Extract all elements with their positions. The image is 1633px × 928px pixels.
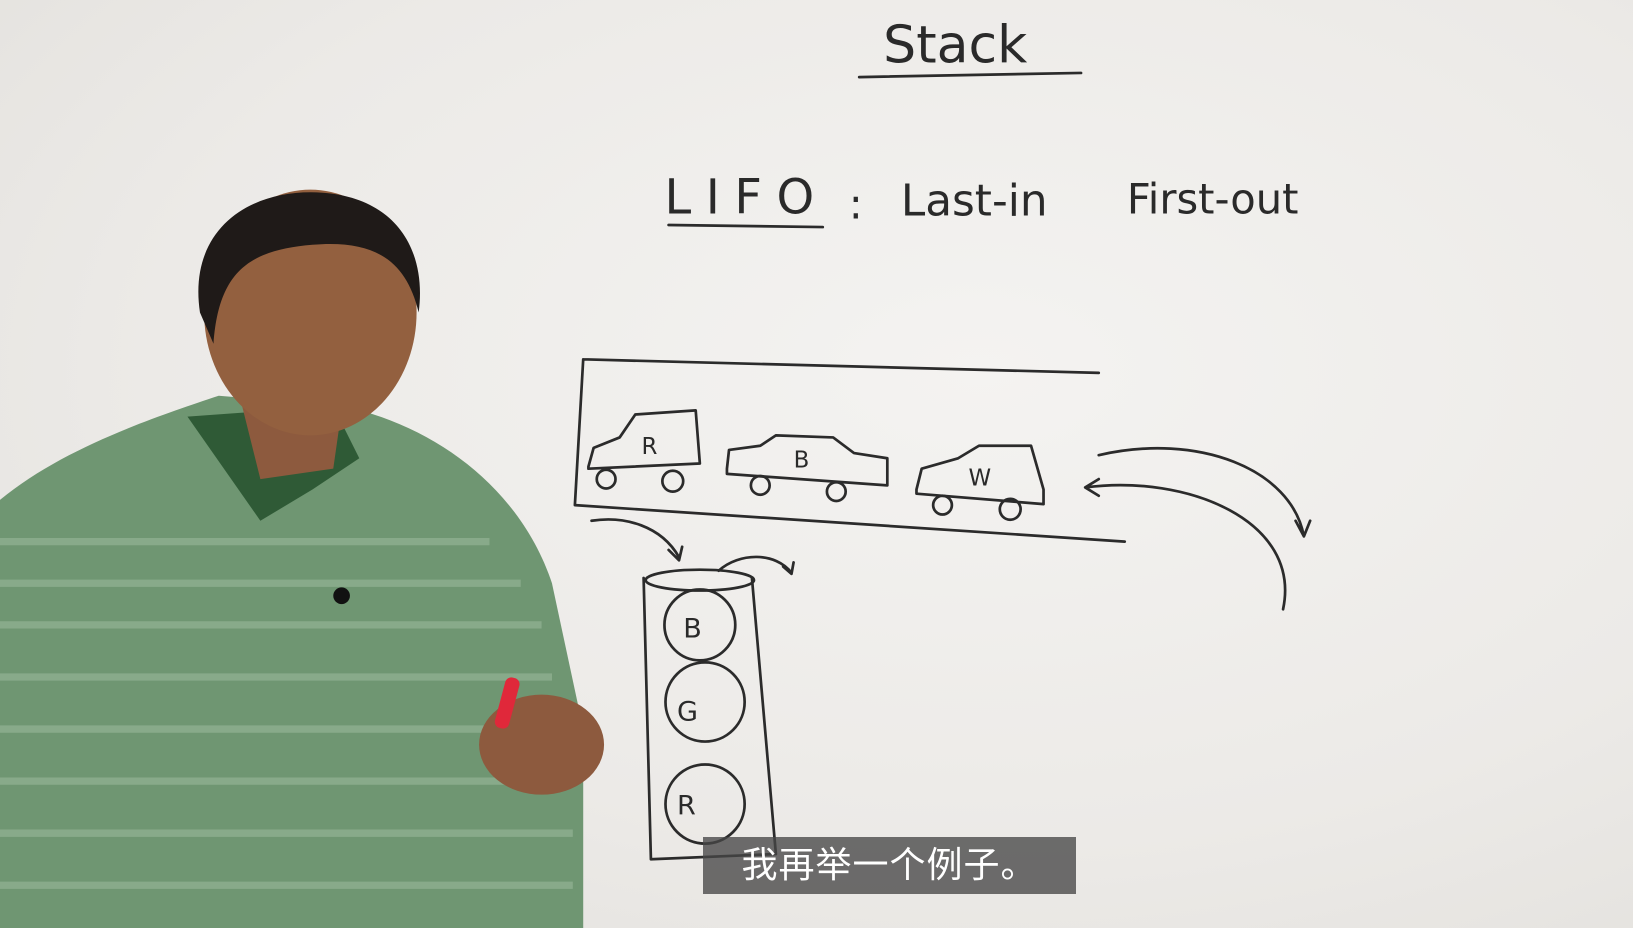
definition-first-out: First-out — [1127, 175, 1299, 224]
ball-label-b: B — [683, 613, 702, 644]
ball-stack-diagram: B G R — [642, 555, 795, 861]
board-title: Stack — [883, 16, 1027, 76]
ball-label-g: G — [677, 697, 698, 728]
car-label-r: R — [642, 434, 658, 460]
presenter — [0, 189, 605, 928]
car-label-b: B — [794, 448, 810, 474]
lapel-microphone — [333, 587, 350, 605]
car-label-w: W — [969, 465, 992, 491]
parking-lane-diagram: R B W — [573, 357, 1312, 611]
whiteboard-scene: Stack LIFO : Last-in First-out R B W B G… — [0, 16, 1312, 928]
lifo-text: LIFO — [664, 171, 828, 226]
ball-label-r: R — [677, 790, 696, 821]
definition-last-in: Last-in — [901, 176, 1048, 227]
video-frame: Stack LIFO : Last-in First-out R B W B G… — [0, 0, 1633, 928]
subtitle-caption: 我再举一个例子。 — [703, 837, 1076, 894]
colon-text: : — [849, 180, 863, 229]
